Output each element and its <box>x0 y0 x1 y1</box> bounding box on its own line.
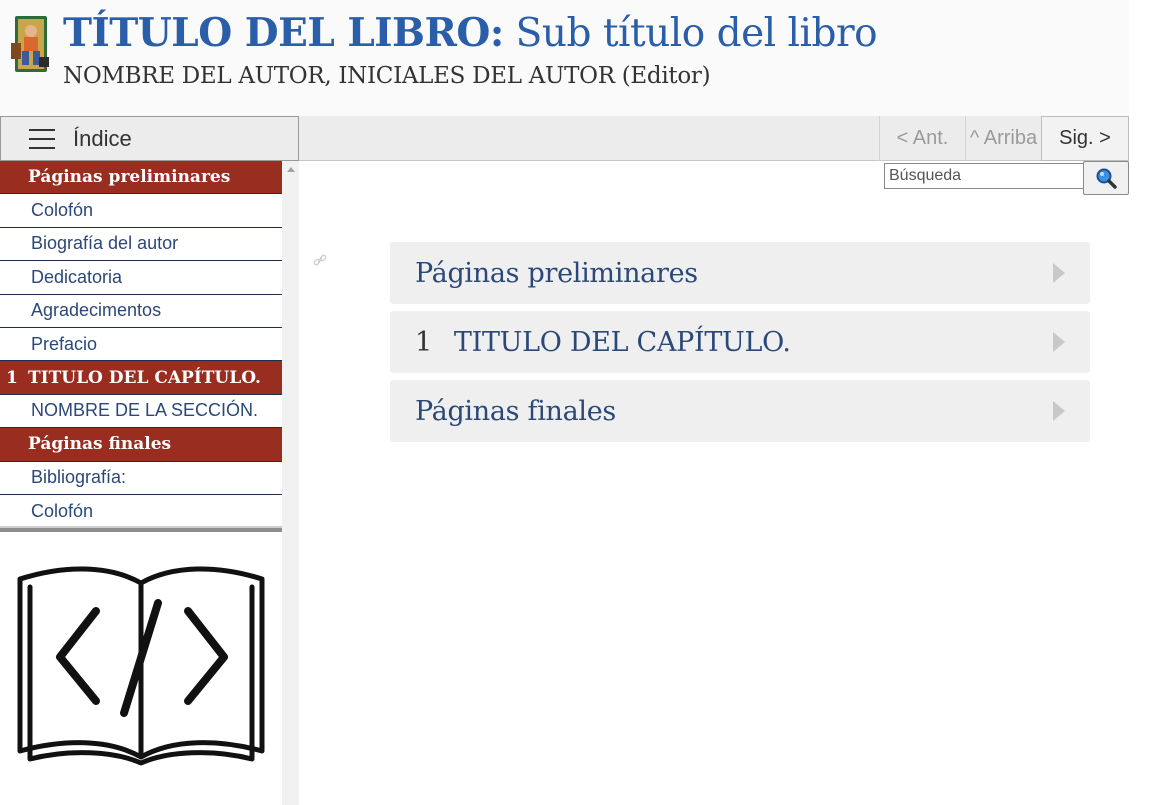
card-chapter-1[interactable]: 1 TITULO DEL CAPÍTULO. <box>390 311 1090 373</box>
toc-item-preface[interactable]: Prefacio <box>0 327 282 362</box>
toc-item-label: Colofón <box>31 200 94 221</box>
book-title[interactable]: TÍTULO DEL LIBRO: Sub título del libro <box>63 8 878 59</box>
toc-chapter-number: 1 <box>6 367 18 388</box>
toc-item-label: Biografía del autor <box>31 233 179 254</box>
scroll-up-icon[interactable] <box>287 167 295 172</box>
toc-toggle-button[interactable]: Índice <box>0 116 299 161</box>
toc-item-label: Páginas preliminares <box>28 167 231 188</box>
toolbar: Índice < Ant. ^ Arriba Sig. > <box>0 116 1129 161</box>
sidebar-scrollbar[interactable] <box>282 161 299 805</box>
toc-item-section[interactable]: NOMBRE DE LA SECCIÓN. <box>0 394 282 429</box>
search-input[interactable] <box>884 163 1084 189</box>
toc-toggle-label: Índice <box>73 125 132 151</box>
toc-chapter-1[interactable]: 1 TITULO DEL CAPÍTULO. <box>0 361 282 395</box>
author-byline: NOMBRE DEL AUTOR, INICIALES DEL AUTOR (E… <box>63 63 711 89</box>
permalink-icon[interactable] <box>313 253 327 267</box>
toc-part-front-matter[interactable]: Páginas preliminares <box>0 161 282 195</box>
toc-item-colophon[interactable]: Colofón <box>0 194 282 228</box>
search-icon <box>1096 168 1117 189</box>
card-back-matter[interactable]: Páginas finales <box>390 380 1090 442</box>
card-label: Páginas preliminares <box>415 257 698 289</box>
chevron-right-icon <box>1053 401 1065 421</box>
main-toc: Páginas preliminares 1 TITULO DEL CAPÍTU… <box>390 242 1090 449</box>
book-subtitle: Sub título del libro <box>515 11 878 56</box>
hamburger-menu-icon <box>29 128 55 150</box>
toc-item-colophon-end[interactable]: Colofón <box>0 494 282 529</box>
toc-item-label: TITULO DEL CAPÍTULO. <box>28 367 261 388</box>
toc-item-label: Agradecimentos <box>31 300 162 321</box>
code-book-icon[interactable] <box>14 563 268 770</box>
card-label: TITULO DEL CAPÍTULO. <box>453 326 791 358</box>
toc-item-label: Dedicatoria <box>31 266 123 287</box>
toc-item-bibliography[interactable]: Bibliografía: <box>0 461 282 495</box>
toc-item-label: Prefacio <box>31 333 98 354</box>
toc-part-back-matter[interactable]: Páginas finales <box>0 428 282 462</box>
card-front-matter[interactable]: Páginas preliminares <box>390 242 1090 304</box>
up-button[interactable]: ^ Arriba <box>965 116 1041 161</box>
chevron-right-icon <box>1053 332 1065 352</box>
book-title-main: TÍTULO DEL LIBRO: <box>63 10 504 56</box>
chevron-right-icon <box>1053 263 1065 283</box>
book-logo[interactable] <box>9 13 51 75</box>
toc-item-acknowledgements[interactable]: Agradecimentos <box>0 294 282 328</box>
card-number: 1 <box>415 326 432 358</box>
masthead: TÍTULO DEL LIBRO: Sub título del libro N… <box>0 0 1129 116</box>
next-button[interactable]: Sig. > <box>1041 116 1129 161</box>
toc-item-label: NOMBRE DE LA SECCIÓN. <box>31 400 259 421</box>
toc-list: Páginas preliminares Colofón Biografía d… <box>0 161 282 529</box>
sidebar: Páginas preliminares Colofón Biografía d… <box>0 161 299 805</box>
prev-button[interactable]: < Ant. <box>879 116 965 161</box>
toc-item-label: Páginas finales <box>28 434 172 455</box>
search-button[interactable] <box>1083 161 1129 195</box>
toc-item-dedication[interactable]: Dedicatoria <box>0 261 282 295</box>
toc-divider <box>0 526 282 532</box>
card-label: Páginas finales <box>415 395 616 427</box>
toc-item-label: Colofón <box>31 500 94 521</box>
toc-item-author-biography[interactable]: Biografía del autor <box>0 227 282 262</box>
toc-item-label: Bibliografía: <box>31 467 127 488</box>
